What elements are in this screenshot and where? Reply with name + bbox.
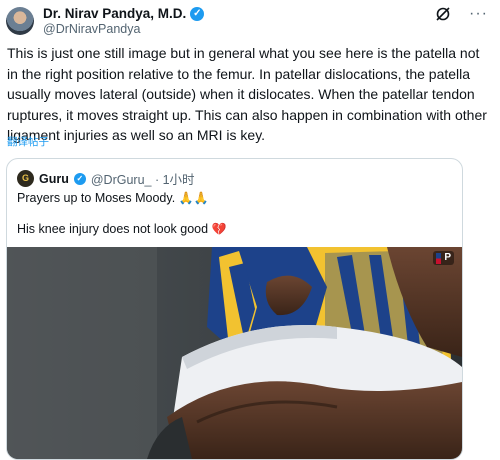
quote-media-image[interactable]: P [7, 247, 462, 459]
quote-text-1: Prayers up to Moses Moody. [17, 191, 176, 205]
more-options-icon[interactable]: ··· [469, 6, 488, 22]
grok-icon[interactable] [435, 6, 451, 22]
quote-author-avatar[interactable]: G [17, 170, 34, 187]
quote-text-line-2: His knee injury does not look good 💔 [17, 222, 227, 236]
quoted-post[interactable]: G Guru ✓ @DrGuru_ · 1小时 Prayers up to Mo… [6, 158, 463, 460]
quote-text-2: His knee injury does not look good [17, 222, 209, 236]
verified-badge-icon: ✓ [190, 6, 205, 21]
quote-header: G Guru ✓ @DrGuru_ · 1小时 [17, 169, 195, 188]
translate-post-link[interactable]: 翻译帖子 [7, 134, 49, 149]
quote-text-line-1: Prayers up to Moses Moody. 🙏🙏 [17, 191, 209, 205]
author-avatar[interactable] [6, 7, 34, 35]
knee-injury-photo [7, 247, 462, 459]
post-text: This is just one still image but in gene… [7, 45, 487, 143]
quote-author-handle-time: @DrGuru_ · 1小时 [90, 173, 195, 187]
nba-logo-icon [436, 252, 442, 264]
header-actions: ··· [435, 6, 488, 22]
author-handle[interactable]: @DrNiravPandya [43, 22, 140, 36]
media-badge-text: P [444, 252, 451, 263]
media-overlay-badge: P [433, 251, 454, 265]
broken-heart-emoji-icon: 💔 [211, 222, 227, 236]
author-name[interactable]: Dr. Nirav Pandya, M.D. [43, 6, 186, 21]
praying-hands-emoji-icon: 🙏🙏 [178, 191, 209, 205]
quote-author-name[interactable]: Guru [39, 172, 69, 186]
author-name-row: Dr. Nirav Pandya, M.D. ✓ [43, 6, 205, 21]
quote-verified-badge-icon: ✓ [73, 172, 86, 185]
